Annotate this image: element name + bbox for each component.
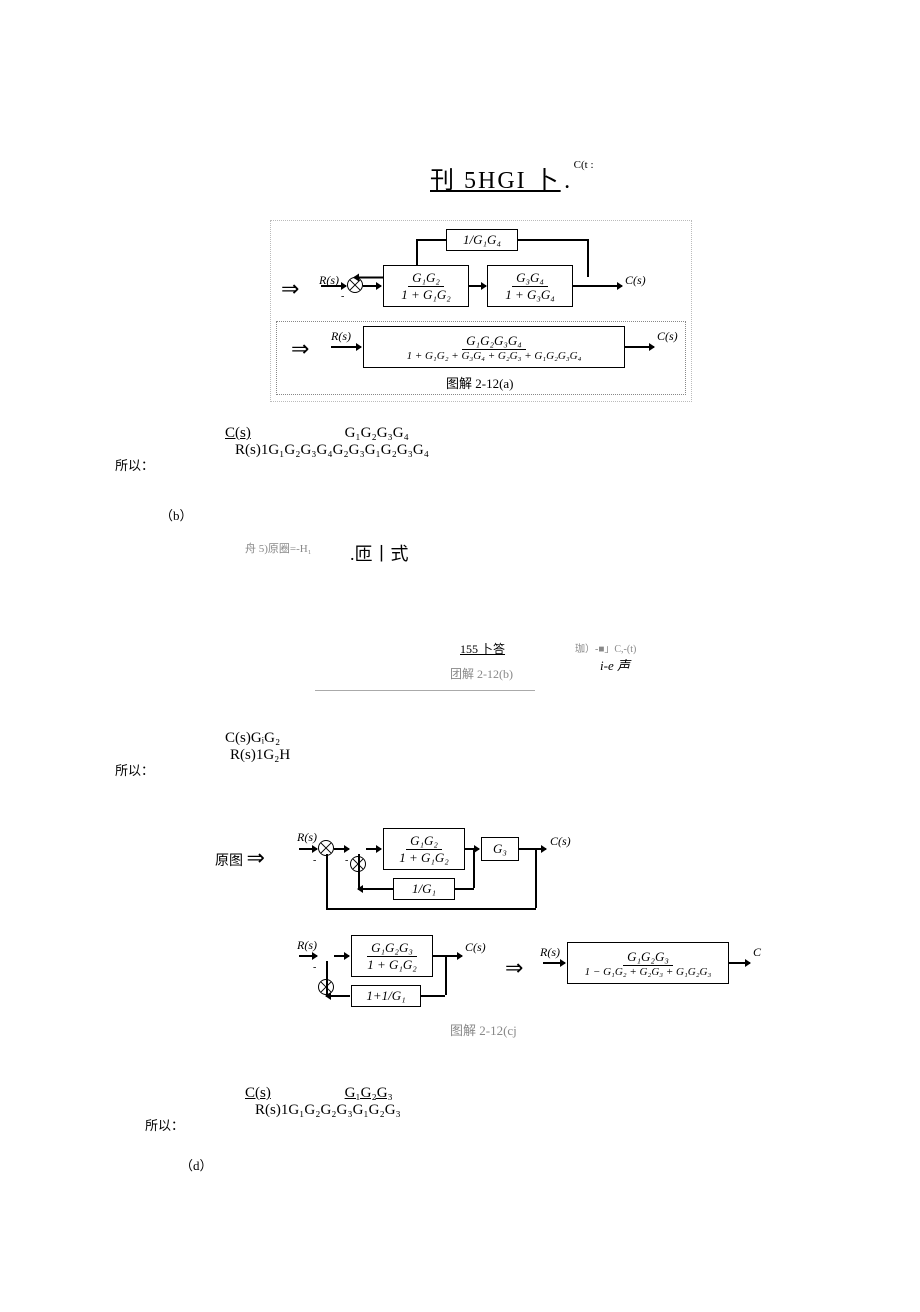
input-c2: R(s) <box>297 938 317 953</box>
box1-a: G₁G₂ 1 + G₁G₂ <box>383 265 469 307</box>
cs-a: C(s) <box>225 425 251 441</box>
caption-b: 团解 2-12(b) <box>450 665 513 682</box>
line <box>454 888 474 890</box>
yuantu: 原图 ⇒ <box>215 845 265 871</box>
line <box>366 848 381 850</box>
result-b: C(s)GᵢG₂ R(s)1G₂H <box>225 730 290 764</box>
line <box>518 848 546 850</box>
box2-a: G₃G₄ 1 + G₃G₄ <box>487 265 573 307</box>
fb-box-a: 1/G₁G₄ <box>446 229 518 251</box>
den-a: R(s)1G₁G₂G₃G₄G₂G₃G₁G₂G₃G₄ <box>235 442 429 458</box>
step2-output: C(s) <box>657 329 678 344</box>
c2-fb: 1+1/G₁ <box>351 985 421 1007</box>
note2-b: .匝丨式 <box>350 540 409 566</box>
c1-box1: G₁G₂ 1 + G₁G₂ <box>383 828 465 870</box>
arrow-step2: ⇒ <box>291 336 309 362</box>
line <box>358 854 360 888</box>
c1-box2: G₃ <box>481 837 519 861</box>
num-a: G₁G₂G₃G₄ <box>345 425 409 441</box>
header-dot: . <box>564 168 570 194</box>
line <box>358 888 393 890</box>
line <box>354 277 384 279</box>
minus-c3: - <box>313 962 316 973</box>
marker-d: （d） <box>180 1155 213 1174</box>
line <box>363 285 381 287</box>
num-c: G₁G₂G₃ <box>345 1085 393 1101</box>
header-line: 刊 5HGI 卜 . C(t : <box>430 160 594 195</box>
input-c3: R(s) <box>540 945 560 960</box>
line <box>445 955 447 995</box>
line2-b: 珈）-■」C,-(t) <box>575 640 636 655</box>
line <box>321 285 346 287</box>
result-a: C(s) G₁G₂G₃G₄ R(s)1G₁G₂G₃G₄G₂G₃G₁G₂G₃G₄ <box>225 425 429 459</box>
line <box>572 285 622 287</box>
line <box>331 346 361 348</box>
caption-a: 图解 2-12(a) <box>446 373 514 392</box>
line <box>299 848 317 850</box>
line <box>432 955 462 957</box>
label-c: 所以： <box>145 1115 184 1134</box>
caption-c: 图解 2-12(cj <box>450 1020 517 1039</box>
line <box>543 962 565 964</box>
line <box>517 239 587 241</box>
line <box>326 908 536 910</box>
num-b: C(s)GᵢG₂ <box>225 730 280 746</box>
den-b: R(s)1G₂H <box>230 747 290 763</box>
output-label-a: C(s) <box>625 273 646 288</box>
diagram-c-container: 原图 ⇒ R(s) - - G₁G₂ 1 + G₁G₂ G₃ C(s) 1/G₁… <box>215 820 735 1050</box>
line <box>326 995 350 997</box>
line <box>326 961 328 995</box>
header-title: 刊 5HGI 卜 <box>430 168 561 194</box>
line <box>473 848 475 888</box>
input-c1: R(s) <box>297 830 317 845</box>
minus-sign: - <box>341 291 344 302</box>
minus-c1: - <box>313 855 316 866</box>
line <box>416 239 446 241</box>
arrow-step1: ⇒ <box>281 276 299 302</box>
line <box>299 955 317 957</box>
line <box>334 955 349 957</box>
note1-b: 舟 5)原圈=-H₁ <box>245 540 312 556</box>
line <box>728 962 750 964</box>
label-a: 所以： <box>115 455 154 474</box>
line <box>624 346 654 348</box>
minus-c2: - <box>345 855 348 866</box>
result-c: C(s) G₁G₂G₃ R(s)1G₁G₂G₂G₃G₁G₂G₃ <box>245 1085 401 1119</box>
c2-box1: G₁G₂G₃ 1 + G₁G₂ <box>351 935 433 977</box>
line <box>464 848 479 850</box>
divider-b <box>315 690 535 691</box>
label-b: 所以： <box>115 760 154 779</box>
line <box>468 285 486 287</box>
cs-c: C(s) <box>245 1085 271 1101</box>
arrow-c3: ⇒ <box>505 955 523 981</box>
marker-b: （b） <box>160 505 193 524</box>
output-c3: C <box>753 945 761 960</box>
line <box>535 848 537 908</box>
den-c: R(s)1G₁G₂G₂G₃G₁G₂G₃ <box>255 1102 401 1118</box>
step2-box-a: G₁G₂G₃G₄ 1 + G₁G₂ + G₃G₄ + G₂G₃ + G₁G₂G₃… <box>363 326 625 368</box>
diagram-a-container: ⇒ R(s) - 1/G₁G₄ G₁G₂ 1 + G₁G₂ G₃G₄ 1 + G… <box>270 220 692 402</box>
line <box>587 239 589 277</box>
c1-fb: 1/G₁ <box>393 878 455 900</box>
header-sup: C(t : <box>574 159 594 171</box>
line3-b: i-e 声 <box>600 655 630 674</box>
line <box>326 854 328 908</box>
line <box>334 848 349 850</box>
line <box>420 995 445 997</box>
output-c2: C(s) <box>465 940 486 955</box>
line1-b: 155 卜答 <box>460 640 505 657</box>
output-c1: C(s) <box>550 834 571 849</box>
step2-input: R(s) <box>331 329 351 344</box>
c3-box: G₁G₂G₃ 1 − G₁G₂ + G₂G₃ + G₁G₂G₃ <box>567 942 729 984</box>
